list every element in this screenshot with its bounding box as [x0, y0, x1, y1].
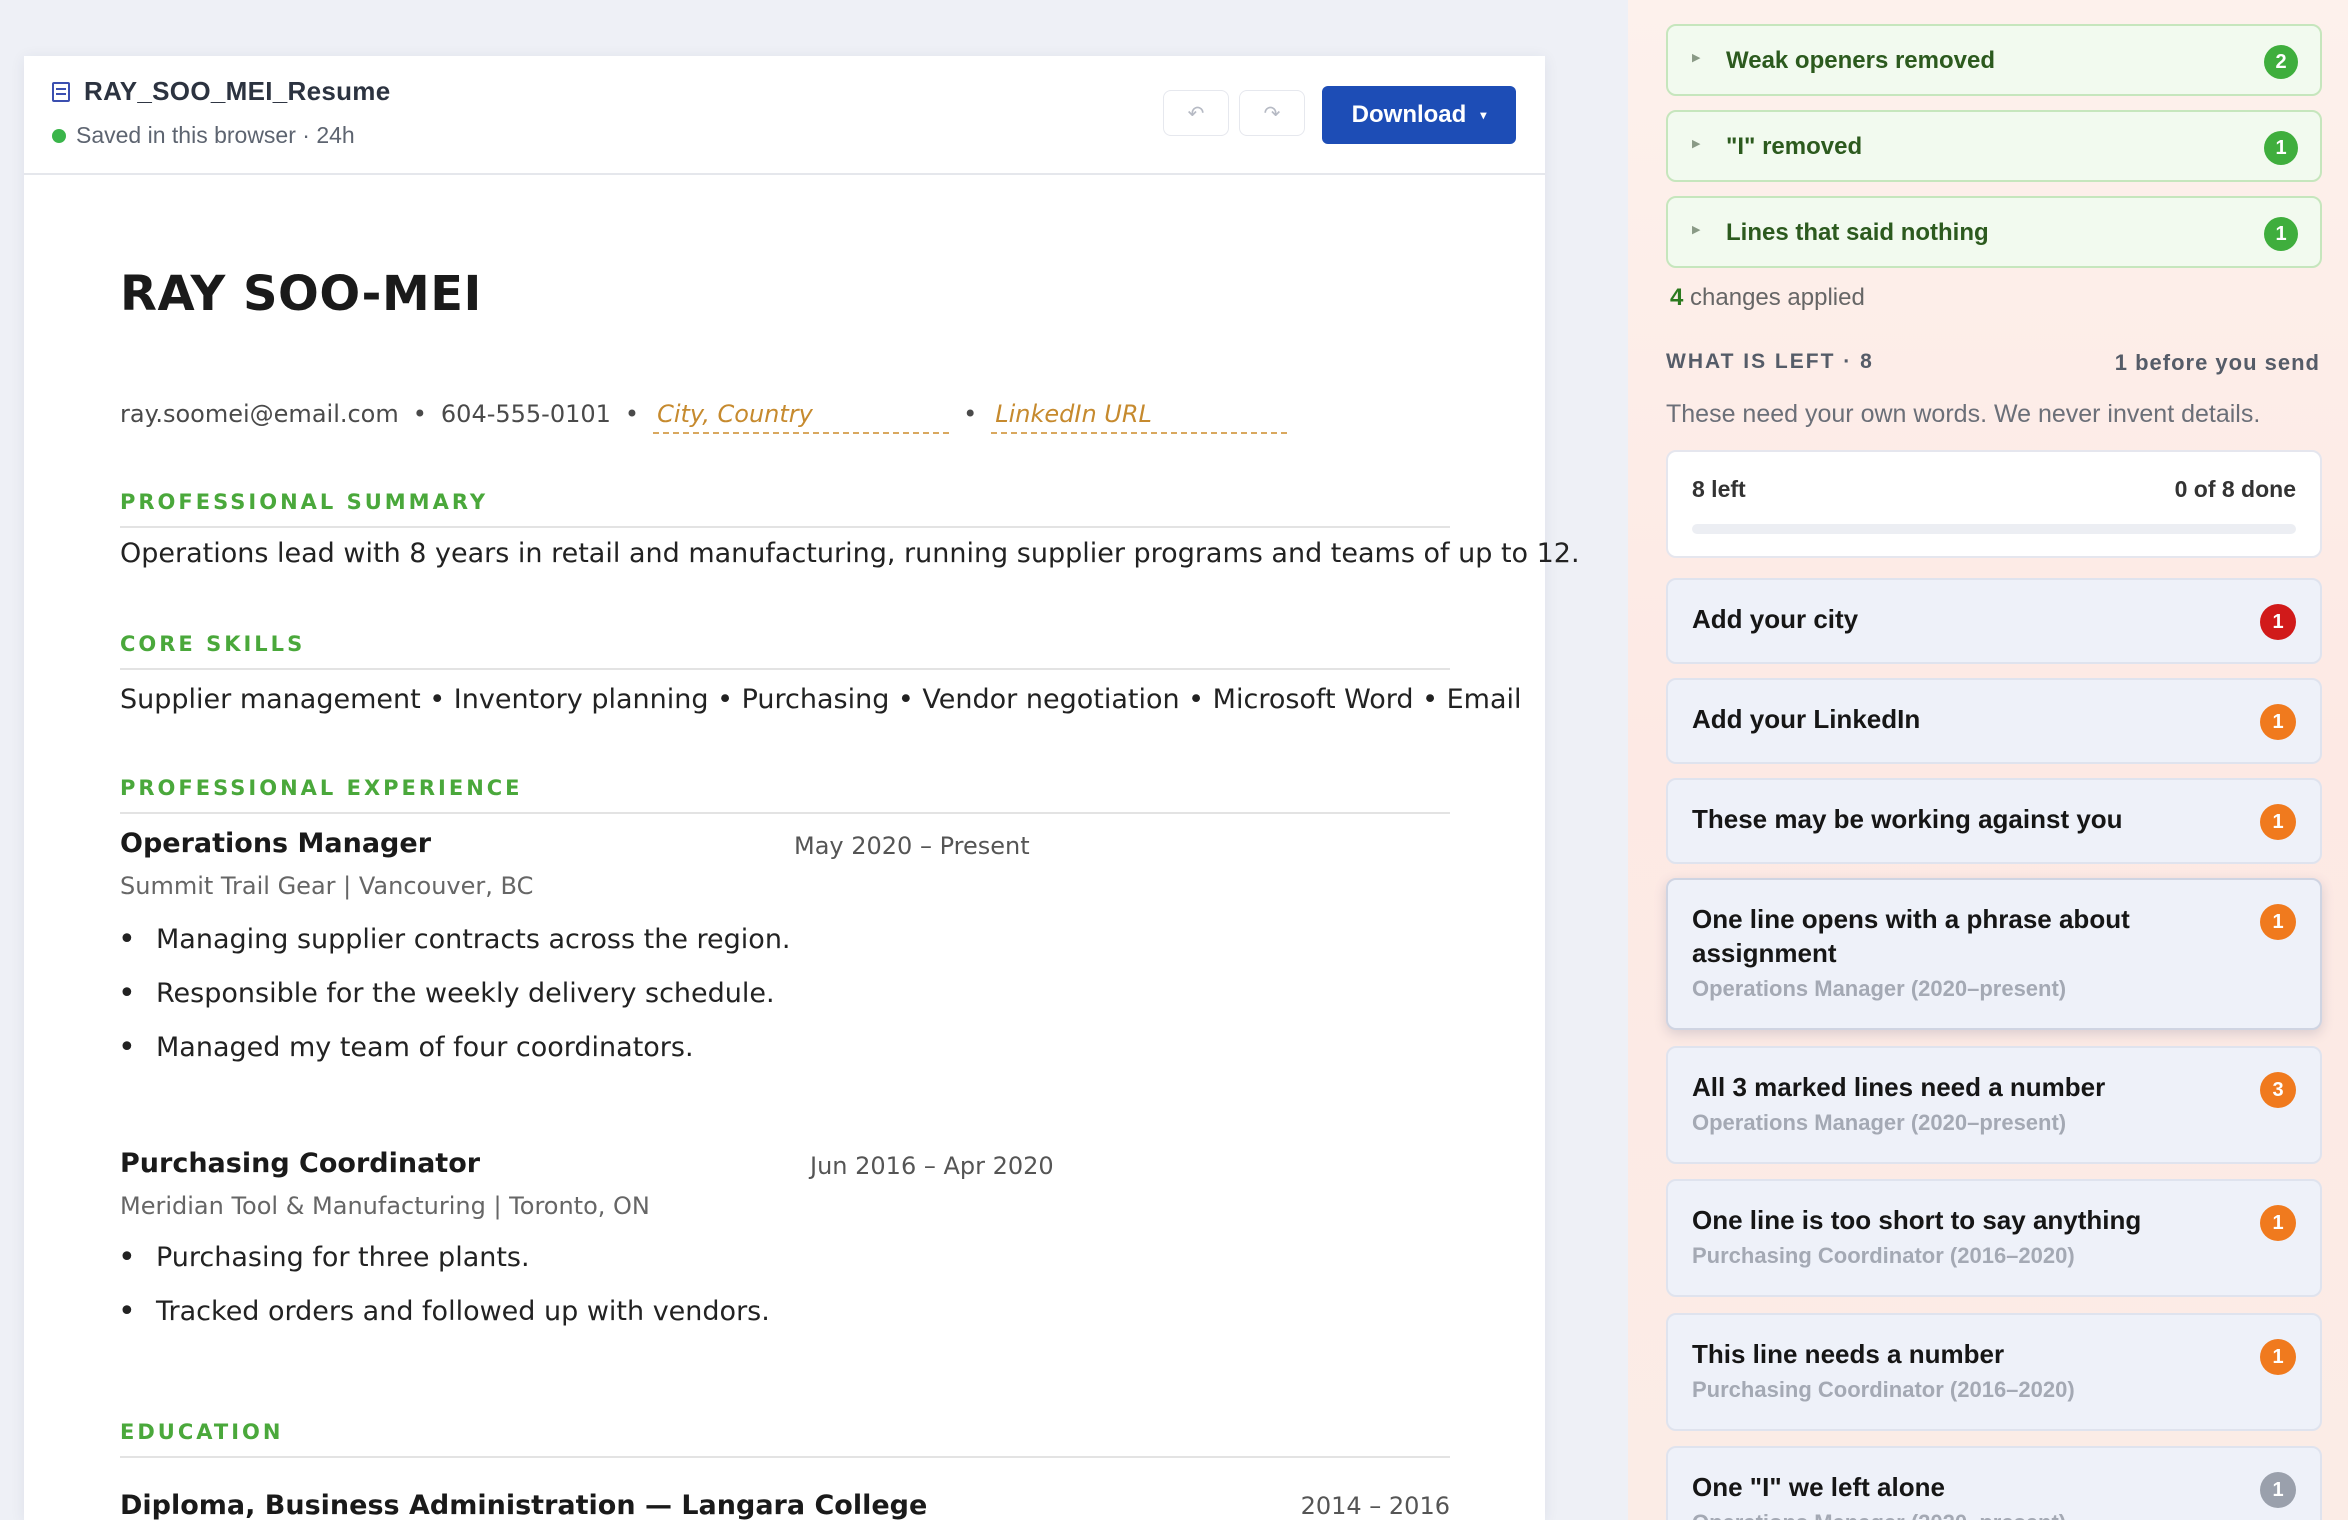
issue-subtitle: Operations Manager (2020–present) [1692, 1510, 2066, 1520]
undo-icon: ↶ [1187, 102, 1205, 125]
job-dates[interactable]: Jun 2016 – Apr 2020 [810, 1152, 1054, 1180]
done-item-empty-lines[interactable]: ▶ Lines that said nothing 1 [1666, 196, 2322, 268]
issue-add-linkedin[interactable]: Add your LinkedIn 1 [1666, 678, 2322, 764]
done-count-badge: 1 [2264, 131, 2298, 165]
candidate-name[interactable]: RAY SOO-MEI [120, 266, 1472, 322]
job-bullet[interactable]: Managing supplier contracts across the r… [118, 922, 790, 957]
skills-heading: CORE SKILLS [120, 632, 1450, 670]
education-dates[interactable]: 2014 – 2016 [1301, 1492, 1450, 1520]
done-item-label: "I" removed [1726, 133, 1863, 160]
items-left-text: 8 left [1692, 476, 1746, 502]
issue-count-badge: 1 [2260, 804, 2296, 840]
issue-title: This line needs a number [1692, 1339, 2005, 1369]
issue-add-city[interactable]: Add your city 1 [1666, 578, 2322, 664]
contact-separator: • [963, 400, 978, 428]
resume-document: RAY SOO-MEI ray.soomei@email.com • 604-555… [118, 266, 1580, 1520]
issue-subtitle: Purchasing Coordinator (2016–2020) [1692, 1243, 2075, 1268]
contact-separator: • [624, 400, 640, 428]
expand-triangle-icon: ▶ [1692, 138, 1701, 150]
progress-card: 8 left 0 of 8 done [1666, 450, 2322, 558]
issue-line-needs-number[interactable]: This line needs a number Purchasing Coor… [1666, 1313, 2322, 1431]
save-status-text: Saved in this browser · 24h [76, 122, 355, 148]
summary-text[interactable]: Operations lead with 8 years in retail a… [120, 538, 1580, 569]
issue-count-badge: 1 [2260, 1205, 2296, 1241]
redo-button[interactable]: ↷ [1239, 90, 1305, 136]
job-bullet[interactable]: Managed my team of four coordinators. [118, 1030, 694, 1065]
review-panel: ▶ Weak openers removed 2 ▶ "I" removed 1… [1628, 0, 2348, 1520]
done-item-i-removed[interactable]: ▶ "I" removed 1 [1666, 110, 2322, 182]
skills-text[interactable]: Supplier management • Inventory planning… [120, 684, 1522, 715]
job-company[interactable]: Meridian Tool & Manufacturing | Toronto,… [120, 1192, 650, 1220]
progress-bar [1692, 524, 2296, 534]
issue-working-against[interactable]: These may be working against you 1 [1666, 778, 2322, 864]
job-bullet[interactable]: Responsible for the weekly delivery sche… [118, 976, 775, 1011]
issue-count-badge: 3 [2260, 1072, 2296, 1108]
education-heading: EDUCATION [120, 1420, 1450, 1458]
contact-separator: • [412, 400, 427, 428]
city-placeholder[interactable]: City, Country [653, 400, 950, 434]
changes-text: changes applied [1683, 284, 1865, 311]
items-done-text: 0 of 8 done [2174, 476, 2296, 502]
document-title: RAY_SOO_MEI_Resume [52, 76, 390, 107]
issue-subtitle: Operations Manager (2020–present) [1692, 976, 2067, 1001]
summary-heading: PROFESSIONAL SUMMARY [120, 490, 1450, 528]
chevron-down-icon: ▾ [1480, 108, 1487, 122]
issue-count-badge: 1 [2260, 604, 2296, 640]
done-count-badge: 1 [2264, 217, 2298, 251]
issue-title: Add your city [1692, 604, 1859, 634]
job-dates[interactable]: May 2020 – Present [794, 832, 1030, 860]
issue-count-badge: 1 [2260, 704, 2296, 740]
issue-title: All 3 marked lines need a number [1692, 1072, 2106, 1102]
saved-status-dot-icon [52, 128, 66, 143]
expand-triangle-icon: ▶ [1692, 52, 1701, 64]
editor-toolbar: RAY_SOO_MEI_Resume Saved in this browser… [24, 56, 1545, 175]
document-icon [52, 81, 70, 102]
done-item-label: Lines that said nothing [1726, 219, 1989, 246]
what-is-left-label: WHAT IS LEFT · 8 [1666, 350, 1874, 373]
resume-editor: RAY_SOO_MEI_Resume Saved in this browser… [24, 56, 1580, 1520]
save-status: Saved in this browser · 24h [52, 122, 355, 149]
issue-title: These may be working against you [1692, 804, 2123, 834]
issue-count-badge: 1 [2260, 1339, 2296, 1375]
issue-count-badge: 1 [2260, 1472, 2296, 1508]
email-text[interactable]: ray.soomei@email.com [120, 400, 399, 428]
issue-title: One line is too short to say anything [1692, 1205, 2142, 1235]
job-bullet[interactable]: Tracked orders and followed up with vend… [118, 1294, 770, 1329]
issue-i-left-alone[interactable]: One "I" we left alone Operations Manager… [1666, 1446, 2322, 1520]
changes-count: 4 [1670, 284, 1684, 311]
issue-need-number[interactable]: All 3 marked lines need a number Operati… [1666, 1046, 2322, 1164]
download-button[interactable]: Download ▾ [1322, 86, 1516, 144]
undo-button[interactable]: ↶ [1163, 90, 1229, 136]
done-item-label: Weak openers removed [1726, 47, 1996, 74]
issue-too-short[interactable]: One line is too short to say anything Pu… [1666, 1179, 2322, 1297]
job-bullet[interactable]: Purchasing for three plants. [118, 1240, 530, 1275]
job-title[interactable]: Operations Manager [120, 828, 431, 859]
document-title-text: RAY_SOO_MEI_Resume [84, 76, 391, 106]
before-send-label: 1 before you send [2114, 350, 2320, 375]
done-count-badge: 2 [2264, 45, 2298, 79]
expand-triangle-icon: ▶ [1692, 224, 1701, 236]
job-company[interactable]: Summit Trail Gear | Vancouver, BC [120, 872, 533, 900]
phone-text[interactable]: 604-555-0101 [441, 400, 611, 428]
done-item-weak-openers[interactable]: ▶ Weak openers removed 2 [1666, 24, 2322, 96]
changes-applied: 4 changes applied [1670, 284, 1865, 312]
panel-disclaimer: These need your own words. We never inve… [1666, 400, 2261, 428]
education-degree[interactable]: Diploma, Business Administration — Langa… [120, 1490, 927, 1520]
download-label: Download [1351, 101, 1467, 128]
linkedin-placeholder[interactable]: LinkedIn URL [991, 400, 1288, 434]
issue-assignment-phrase[interactable]: One line opens with a phrase about assig… [1666, 878, 2322, 1030]
issue-count-badge: 1 [2260, 904, 2296, 940]
issue-title: Add your LinkedIn [1692, 704, 1921, 734]
experience-heading: PROFESSIONAL EXPERIENCE [120, 776, 1450, 814]
redo-icon: ↷ [1263, 102, 1281, 125]
contact-line: ray.soomei@email.com • 604-555-0101 • City, … [120, 400, 1288, 434]
issue-subtitle: Operations Manager (2020–present) [1692, 1110, 2067, 1135]
issue-title: One "I" we left alone [1692, 1472, 1945, 1502]
issue-title: One line opens with a phrase about assig… [1692, 904, 2130, 968]
issue-subtitle: Purchasing Coordinator (2016–2020) [1692, 1377, 2075, 1402]
job-title[interactable]: Purchasing Coordinator [120, 1148, 480, 1179]
